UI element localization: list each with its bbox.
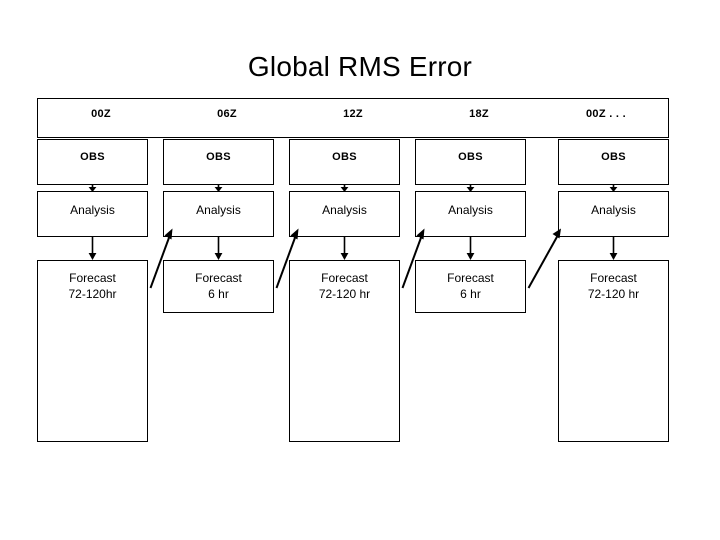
analysis-box-col5-label: Analysis <box>591 203 636 217</box>
obs-box-col3: OBS <box>289 139 400 185</box>
header-label-12z: 12Z <box>343 108 363 120</box>
arrow-forecast-to-next-analysis-4 <box>526 228 563 290</box>
analysis-box-col2: Analysis <box>163 191 274 237</box>
analysis-box-col4-label: Analysis <box>448 203 493 217</box>
forecast-box-col4-label: Forecast 6 hr <box>447 271 494 301</box>
arrow-analysis-to-forecast-col3 <box>339 237 350 260</box>
cycle-header-band: 00Z 06Z 12Z 18Z 00Z . . . <box>37 98 669 138</box>
forecast-box-col2-label: Forecast 6 hr <box>195 271 242 301</box>
arrow-forecast-to-next-analysis-2 <box>274 228 300 290</box>
arrow-analysis-to-forecast-col4 <box>465 237 476 260</box>
arrow-forecast-to-next-analysis-1 <box>148 228 174 290</box>
forecast-box-col5: Forecast 72-120 hr <box>558 260 669 442</box>
obs-box-col2-label: OBS <box>206 151 231 163</box>
arrow-analysis-to-forecast-col2 <box>213 237 224 260</box>
obs-box-col1-label: OBS <box>80 151 105 163</box>
obs-box-col5-label: OBS <box>601 151 626 163</box>
header-label-18z: 18Z <box>469 108 489 120</box>
analysis-box-col1-label: Analysis <box>70 203 115 217</box>
forecast-box-col2: Forecast 6 hr <box>163 260 274 313</box>
analysis-box-col4: Analysis <box>415 191 526 237</box>
analysis-box-col3-label: Analysis <box>322 203 367 217</box>
header-label-06z: 06Z <box>217 108 237 120</box>
forecast-box-col3-label: Forecast 72-120 hr <box>318 271 371 301</box>
arrow-analysis-to-forecast-col1 <box>87 237 98 260</box>
header-label-00z-next: 00Z . . . <box>586 108 626 120</box>
header-label-00z: 00Z <box>91 108 111 120</box>
analysis-box-col1: Analysis <box>37 191 148 237</box>
analysis-box-col3: Analysis <box>289 191 400 237</box>
page-title: Global RMS Error <box>247 51 473 82</box>
forecast-box-col1: Forecast 72-120hr <box>37 260 148 442</box>
obs-box-col5: OBS <box>558 139 669 185</box>
analysis-box-col2-label: Analysis <box>196 203 241 217</box>
slide-canvas: Global RMS Error 00Z 06Z 12Z 18Z 00Z . .… <box>0 0 720 540</box>
forecast-box-col1-label: Forecast 72-120hr <box>68 271 117 301</box>
obs-box-col4: OBS <box>415 139 526 185</box>
obs-box-col2: OBS <box>163 139 274 185</box>
obs-box-col4-label: OBS <box>458 151 483 163</box>
analysis-box-col5: Analysis <box>558 191 669 237</box>
arrow-forecast-to-next-analysis-3 <box>400 228 426 290</box>
arrow-analysis-to-forecast-col5 <box>608 237 619 260</box>
obs-box-col3-label: OBS <box>332 151 357 163</box>
forecast-box-col5-label: Forecast 72-120 hr <box>587 271 640 301</box>
forecast-box-col4: Forecast 6 hr <box>415 260 526 313</box>
obs-box-col1: OBS <box>37 139 148 185</box>
forecast-box-col3: Forecast 72-120 hr <box>289 260 400 442</box>
